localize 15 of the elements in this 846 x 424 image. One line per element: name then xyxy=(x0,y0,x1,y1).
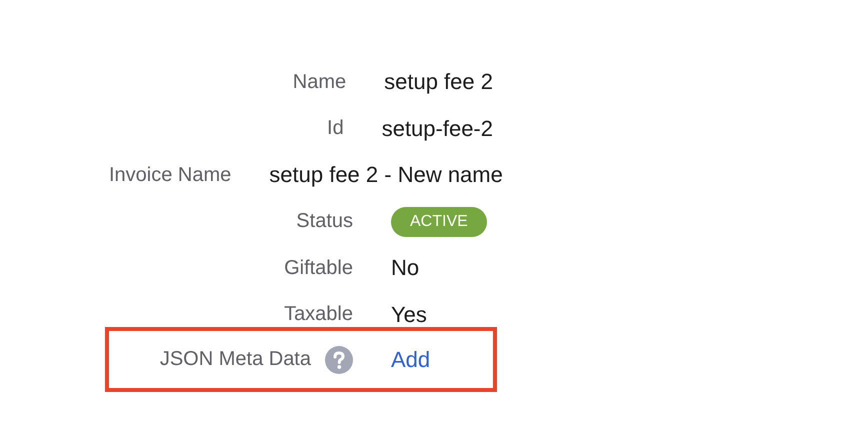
help-icon[interactable] xyxy=(325,346,353,374)
field-value: setup fee 2 - New name xyxy=(269,162,503,188)
add-link[interactable]: Add xyxy=(391,346,430,372)
field-label: Name xyxy=(292,70,346,94)
field-value: No xyxy=(391,255,420,282)
field-label: JSON Meta Data xyxy=(160,348,311,371)
status-badge: ACTIVE xyxy=(391,206,487,237)
field-value: setup fee 2 xyxy=(384,69,493,96)
field-label: Invoice Name xyxy=(109,164,232,187)
field-label: Id xyxy=(327,117,344,140)
field-value: setup-fee-2 xyxy=(382,116,493,142)
field-label: Status xyxy=(296,210,353,234)
field-label: Taxable xyxy=(284,303,353,326)
field-value: Yes xyxy=(391,302,427,328)
field-label: Giftable xyxy=(284,256,353,280)
